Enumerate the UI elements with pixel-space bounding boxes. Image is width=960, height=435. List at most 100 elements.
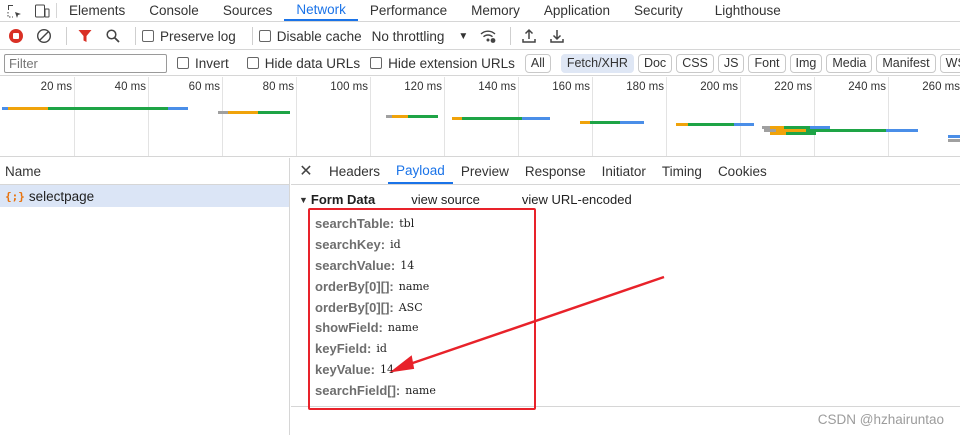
timeline-gridline xyxy=(814,77,815,156)
tab-memory[interactable]: Memory xyxy=(459,0,532,21)
timeline-tick-label: 200 ms xyxy=(700,81,738,93)
clear-icon[interactable] xyxy=(32,24,56,48)
timeline-gridline xyxy=(370,77,371,156)
checkbox-box[interactable] xyxy=(246,57,259,69)
view-source-link[interactable]: view source xyxy=(411,192,480,207)
type-filter-img[interactable]: Img xyxy=(789,53,823,73)
wifi-conditions-icon[interactable] xyxy=(476,24,500,48)
disable-cache-checkbox[interactable]: Disable cache xyxy=(258,29,362,44)
triangle-down-icon[interactable]: ▼ xyxy=(299,195,308,205)
inspect-element-icon[interactable] xyxy=(0,0,28,21)
timeline-request-bar xyxy=(168,107,188,110)
type-filter-all[interactable]: All xyxy=(524,53,551,73)
timeline-tick-label: 80 ms xyxy=(262,81,294,93)
tab-sources[interactable]: Sources xyxy=(211,0,285,21)
timeline-request-bar xyxy=(580,121,590,124)
tab-response[interactable]: Response xyxy=(517,158,594,184)
tab-lighthouse[interactable]: Lighthouse xyxy=(695,0,793,21)
tab-preview[interactable]: Preview xyxy=(453,158,517,184)
tab-network[interactable]: Network xyxy=(284,0,358,21)
timeline-request-bar xyxy=(734,123,754,126)
timeline-gridline xyxy=(740,77,741,156)
type-filter-ws[interactable]: WS xyxy=(939,53,960,73)
xhr-icon: {;} xyxy=(5,189,25,203)
import-har-icon[interactable] xyxy=(517,24,541,48)
tab-timing[interactable]: Timing xyxy=(654,158,710,184)
timeline-request-bar xyxy=(522,117,550,120)
filter-icon[interactable] xyxy=(73,24,97,48)
timeline-gridline xyxy=(74,77,75,156)
throttling-value: No throttling xyxy=(371,28,445,44)
device-toolbar-icon[interactable] xyxy=(28,0,56,21)
timeline-request-bar xyxy=(770,132,786,135)
tab-security[interactable]: Security xyxy=(622,0,695,21)
checkbox-box[interactable] xyxy=(258,30,271,42)
timeline-request-bar xyxy=(688,123,734,126)
chevron-down-icon: ▼ xyxy=(458,30,469,42)
form-data-section-header[interactable]: ▼ Form Data view source view URL-encoded xyxy=(299,192,674,207)
type-filter-media[interactable]: Media xyxy=(826,53,873,73)
tab-elements[interactable]: Elements xyxy=(57,0,137,21)
toolbar-divider xyxy=(66,27,67,45)
timeline-gridline xyxy=(296,77,297,156)
tab-cookies[interactable]: Cookies xyxy=(710,158,775,184)
timeline-gridline xyxy=(666,77,667,156)
close-icon[interactable]: ✕ xyxy=(291,158,321,184)
hide-data-urls-checkbox[interactable]: Hide data URLs xyxy=(246,55,361,71)
throttling-select[interactable]: No throttling ▼ xyxy=(372,29,469,44)
timeline-tick-label: 240 ms xyxy=(848,81,886,93)
timeline-request-bar xyxy=(948,139,960,142)
type-filter-fetch-xhr[interactable]: Fetch/XHR xyxy=(560,53,634,73)
tab-headers[interactable]: Headers xyxy=(321,158,388,184)
tab-payload[interactable]: Payload xyxy=(388,158,453,184)
export-har-icon[interactable] xyxy=(545,24,569,48)
timeline-request-bar xyxy=(218,111,228,114)
timeline-tick-label: 220 ms xyxy=(774,81,812,93)
type-filter-css[interactable]: CSS xyxy=(676,53,714,73)
tab-console[interactable]: Console xyxy=(137,0,211,21)
type-filter-js[interactable]: JS xyxy=(717,53,745,73)
request-row-selectpage[interactable]: {;} selectpage xyxy=(0,185,289,207)
watermark: CSDN @hzhairuntao xyxy=(817,412,944,427)
search-icon[interactable] xyxy=(101,24,125,48)
record-stop-icon[interactable] xyxy=(4,24,28,48)
filter-input[interactable] xyxy=(4,53,167,73)
checkbox-box[interactable] xyxy=(370,57,383,69)
preserve-log-checkbox[interactable]: Preserve log xyxy=(142,29,236,44)
hide-extension-urls-checkbox[interactable]: Hide extension URLs xyxy=(370,56,515,71)
filter-bar: Invert Hide data URLs Hide extension URL… xyxy=(0,51,960,76)
type-filter-font[interactable]: Font xyxy=(748,53,786,73)
toolbar-divider xyxy=(510,27,512,45)
annotation-highlight-box xyxy=(308,208,536,410)
timeline-tick-label: 160 ms xyxy=(552,81,590,93)
preserve-log-label: Preserve log xyxy=(160,28,236,44)
timeline-tick-label: 20 ms xyxy=(40,81,72,93)
hide-data-urls-label: Hide data URLs xyxy=(264,55,361,71)
timeline-request-bar xyxy=(786,132,816,135)
timeline-request-bar xyxy=(806,129,886,132)
timeline-gridline xyxy=(148,77,149,156)
type-filter-manifest[interactable]: Manifest xyxy=(876,53,936,73)
tab-performance[interactable]: Performance xyxy=(358,0,459,21)
timeline-request-bar xyxy=(620,121,644,124)
timeline-tick-label: 100 ms xyxy=(330,81,368,93)
type-filter-doc[interactable]: Doc xyxy=(637,53,673,73)
timeline-tick-label: 120 ms xyxy=(404,81,442,93)
checkbox-box[interactable] xyxy=(142,30,154,42)
request-name: selectpage xyxy=(28,188,95,204)
timeline-overview[interactable]: 20 ms 40 ms 60 ms 80 ms 100 ms 120 ms 140 ms 16… xyxy=(0,77,960,157)
timeline-request-bar xyxy=(948,135,960,138)
timeline-gridline xyxy=(444,77,445,156)
checkbox-box[interactable] xyxy=(177,57,189,69)
invert-checkbox[interactable]: Invert xyxy=(177,56,229,71)
timeline-request-bar xyxy=(258,111,290,114)
tab-initiator[interactable]: Initiator xyxy=(594,158,654,184)
tab-application[interactable]: Application xyxy=(532,0,622,21)
timeline-tick-label: 140 ms xyxy=(478,81,516,93)
request-detail-tabbar: ✕ Headers Payload Preview Response Initi… xyxy=(291,158,960,185)
name-column-header[interactable]: Name xyxy=(0,158,289,185)
timeline-request-bar xyxy=(8,107,48,110)
timeline-request-bar xyxy=(462,117,522,120)
timeline-request-bar xyxy=(228,111,258,114)
view-url-encoded-link[interactable]: view URL-encoded xyxy=(522,192,632,207)
